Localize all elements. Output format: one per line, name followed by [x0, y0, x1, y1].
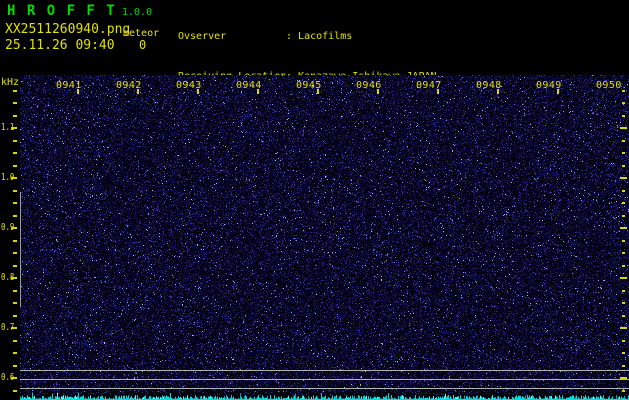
axis-tick: [622, 252, 625, 254]
axis-tick: [77, 89, 79, 94]
axis-tick: [11, 127, 17, 129]
carrier-line-lower: [20, 388, 629, 389]
axis-tick: [622, 315, 625, 317]
axis-tick: [11, 177, 17, 179]
axis-tick: [13, 102, 17, 104]
axis-tick: [13, 90, 17, 92]
axis-tick: [13, 352, 17, 354]
axis-tick: [13, 265, 17, 267]
axis-tick: [622, 90, 625, 92]
axis-tick: [13, 202, 17, 204]
axis-tick: [137, 89, 139, 94]
axis-tick: [620, 127, 627, 129]
axis-tick: [11, 327, 17, 329]
axis-tick: [622, 290, 625, 292]
axis-tick: [622, 115, 625, 117]
axis-tick: [622, 215, 625, 217]
axis-tick: [13, 302, 17, 304]
hrofft-window: H R O F F T 1.0.0 XX2511260940.png meteo…: [0, 0, 629, 400]
axis-tick: [497, 89, 499, 94]
axis-tick: [622, 265, 625, 267]
axis-tick: [437, 89, 439, 94]
axis-tick: [620, 277, 627, 279]
app-version: 1.0.0: [122, 7, 153, 18]
axis-tick: [257, 89, 259, 94]
axis-tick: [620, 327, 627, 329]
axis-tick: [622, 190, 625, 192]
axis-tick: [622, 390, 625, 392]
axis-tick: [622, 352, 625, 354]
axis-tick: [317, 89, 319, 94]
axis-tick: [557, 89, 559, 94]
axis-tick: [13, 165, 17, 167]
axis-tick: [13, 290, 17, 292]
capture-filename: XX2511260940.png: [5, 22, 131, 37]
axis-tick: [622, 102, 625, 104]
axis-tick: [622, 202, 625, 204]
axis-tick: [622, 165, 625, 167]
axis-tick: [622, 302, 625, 304]
axis-tick: [197, 89, 199, 94]
axis-tick: [13, 152, 17, 154]
axis-tick: [622, 152, 625, 154]
app-title: H R O F F T: [7, 3, 117, 19]
axis-tick: [622, 340, 625, 342]
axis-tick: [622, 365, 625, 367]
axis-tick: [13, 240, 17, 242]
axis-tick: [13, 215, 17, 217]
axis-tick: [11, 227, 17, 229]
axis-tick: [13, 365, 17, 367]
signal-level-strip: [20, 392, 629, 400]
axis-tick: [13, 252, 17, 254]
time-label-0950: 0950: [596, 80, 622, 91]
axis-tick: [620, 177, 627, 179]
axis-tick: [13, 115, 17, 117]
axis-tick: [620, 227, 627, 229]
info-row-observer: Ovserver: Lacofilms: [178, 30, 353, 42]
axis-tick: [13, 190, 17, 192]
echo-count: 0: [139, 38, 147, 52]
spectrogram-canvas: [20, 75, 629, 392]
freq-axis-unit: kHz: [1, 77, 20, 88]
axis-vertical-marker: [20, 192, 21, 307]
axis-tick: [13, 140, 17, 142]
axis-tick: [13, 340, 17, 342]
axis-tick: [11, 377, 17, 379]
carrier-line-upper: [20, 370, 629, 371]
axis-tick: [13, 315, 17, 317]
axis-tick: [622, 140, 625, 142]
axis-tick: [377, 89, 379, 94]
axis-tick: [13, 390, 17, 392]
capture-datetime: 25.11.26 09:40: [5, 38, 115, 53]
axis-tick: [11, 277, 17, 279]
axis-tick: [620, 377, 627, 379]
axis-tick: [622, 240, 625, 242]
carrier-line-middle: [20, 379, 629, 380]
